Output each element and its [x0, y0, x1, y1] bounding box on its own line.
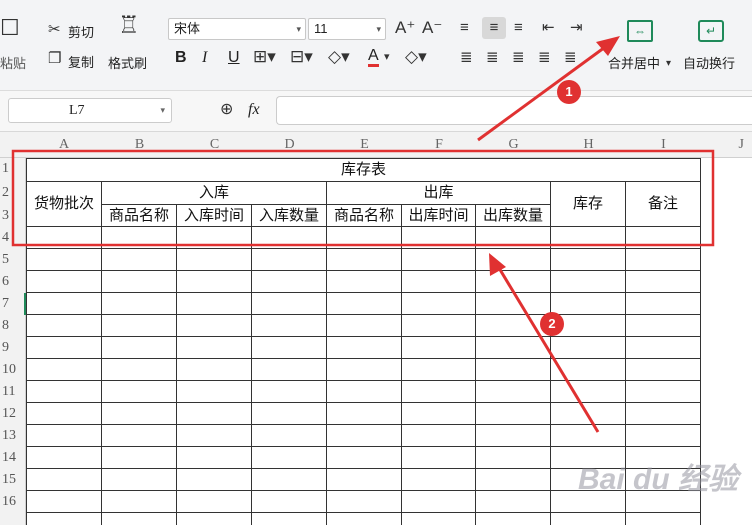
step-badge-1: 1 [557, 80, 581, 104]
body-grid-lines [11, 36, 715, 525]
step-badge-2: 2 [540, 312, 564, 336]
watermark: Bai du 经验 [578, 463, 739, 496]
